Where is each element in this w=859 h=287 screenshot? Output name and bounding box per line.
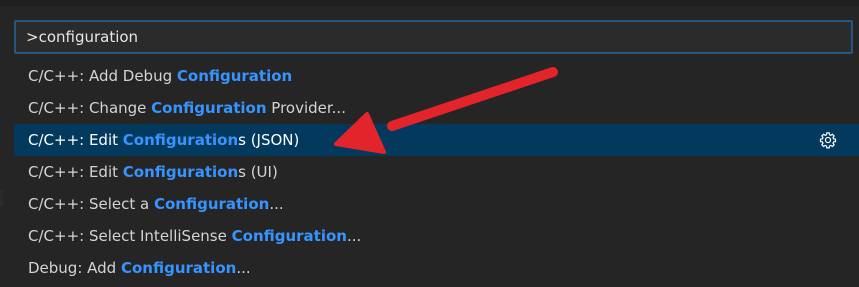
- item-label-prefix: C/C++: Select a: [28, 195, 154, 213]
- item-label-suffix: s (UI): [238, 163, 278, 181]
- item-label-match: Configuration: [176, 67, 293, 85]
- item-label-match: Configuration: [231, 227, 347, 245]
- item-label-suffix: ...: [269, 195, 284, 213]
- list-item-selected[interactable]: C/C++: Edit Configurations (JSON): [14, 124, 859, 156]
- item-label-match: Configuration: [122, 131, 239, 149]
- list-item[interactable]: C/C++: Change Configuration Provider...: [14, 92, 859, 124]
- item-label-suffix: Provider...: [266, 99, 346, 117]
- item-label-prefix: C/C++: Edit: [28, 131, 123, 149]
- item-label-prefix: C/C++: Select IntelliSense: [28, 227, 232, 245]
- item-label-prefix: C/C++: Change: [28, 99, 152, 117]
- item-label-suffix: ...: [346, 227, 362, 245]
- list-item[interactable]: C/C++: Select IntelliSense Configuration…: [14, 220, 859, 252]
- gear-icon[interactable]: [819, 131, 837, 149]
- item-label-prefix: C/C++: Edit: [28, 163, 123, 181]
- item-label-match: Configuration: [153, 195, 270, 213]
- item-label-suffix: s (JSON): [238, 131, 300, 149]
- title-area: [0, 0, 859, 6]
- command-list: C/C++: Add Debug Configuration C/C++: Ch…: [14, 60, 859, 284]
- item-label-suffix: ...: [236, 259, 251, 277]
- item-label-match: Configuration: [122, 163, 239, 181]
- item-label-prefix: C/C++: Add Debug: [28, 67, 177, 85]
- command-palette: C/C++: Add Debug Configuration C/C++: Ch…: [0, 0, 859, 287]
- command-palette-input-container: [14, 20, 853, 54]
- list-item[interactable]: Debug: Add Configuration...: [14, 252, 859, 284]
- item-label-prefix: Debug: Add: [28, 259, 121, 277]
- list-item[interactable]: C/C++: Select a Configuration...: [14, 188, 859, 220]
- item-label-match: Configuration: [151, 99, 267, 117]
- item-label-match: Configuration: [120, 259, 237, 277]
- side-divider: [0, 190, 3, 206]
- list-item[interactable]: C/C++: Edit Configurations (UI): [14, 156, 859, 188]
- list-item[interactable]: C/C++: Add Debug Configuration: [14, 60, 859, 92]
- command-palette-input[interactable]: [15, 21, 852, 53]
